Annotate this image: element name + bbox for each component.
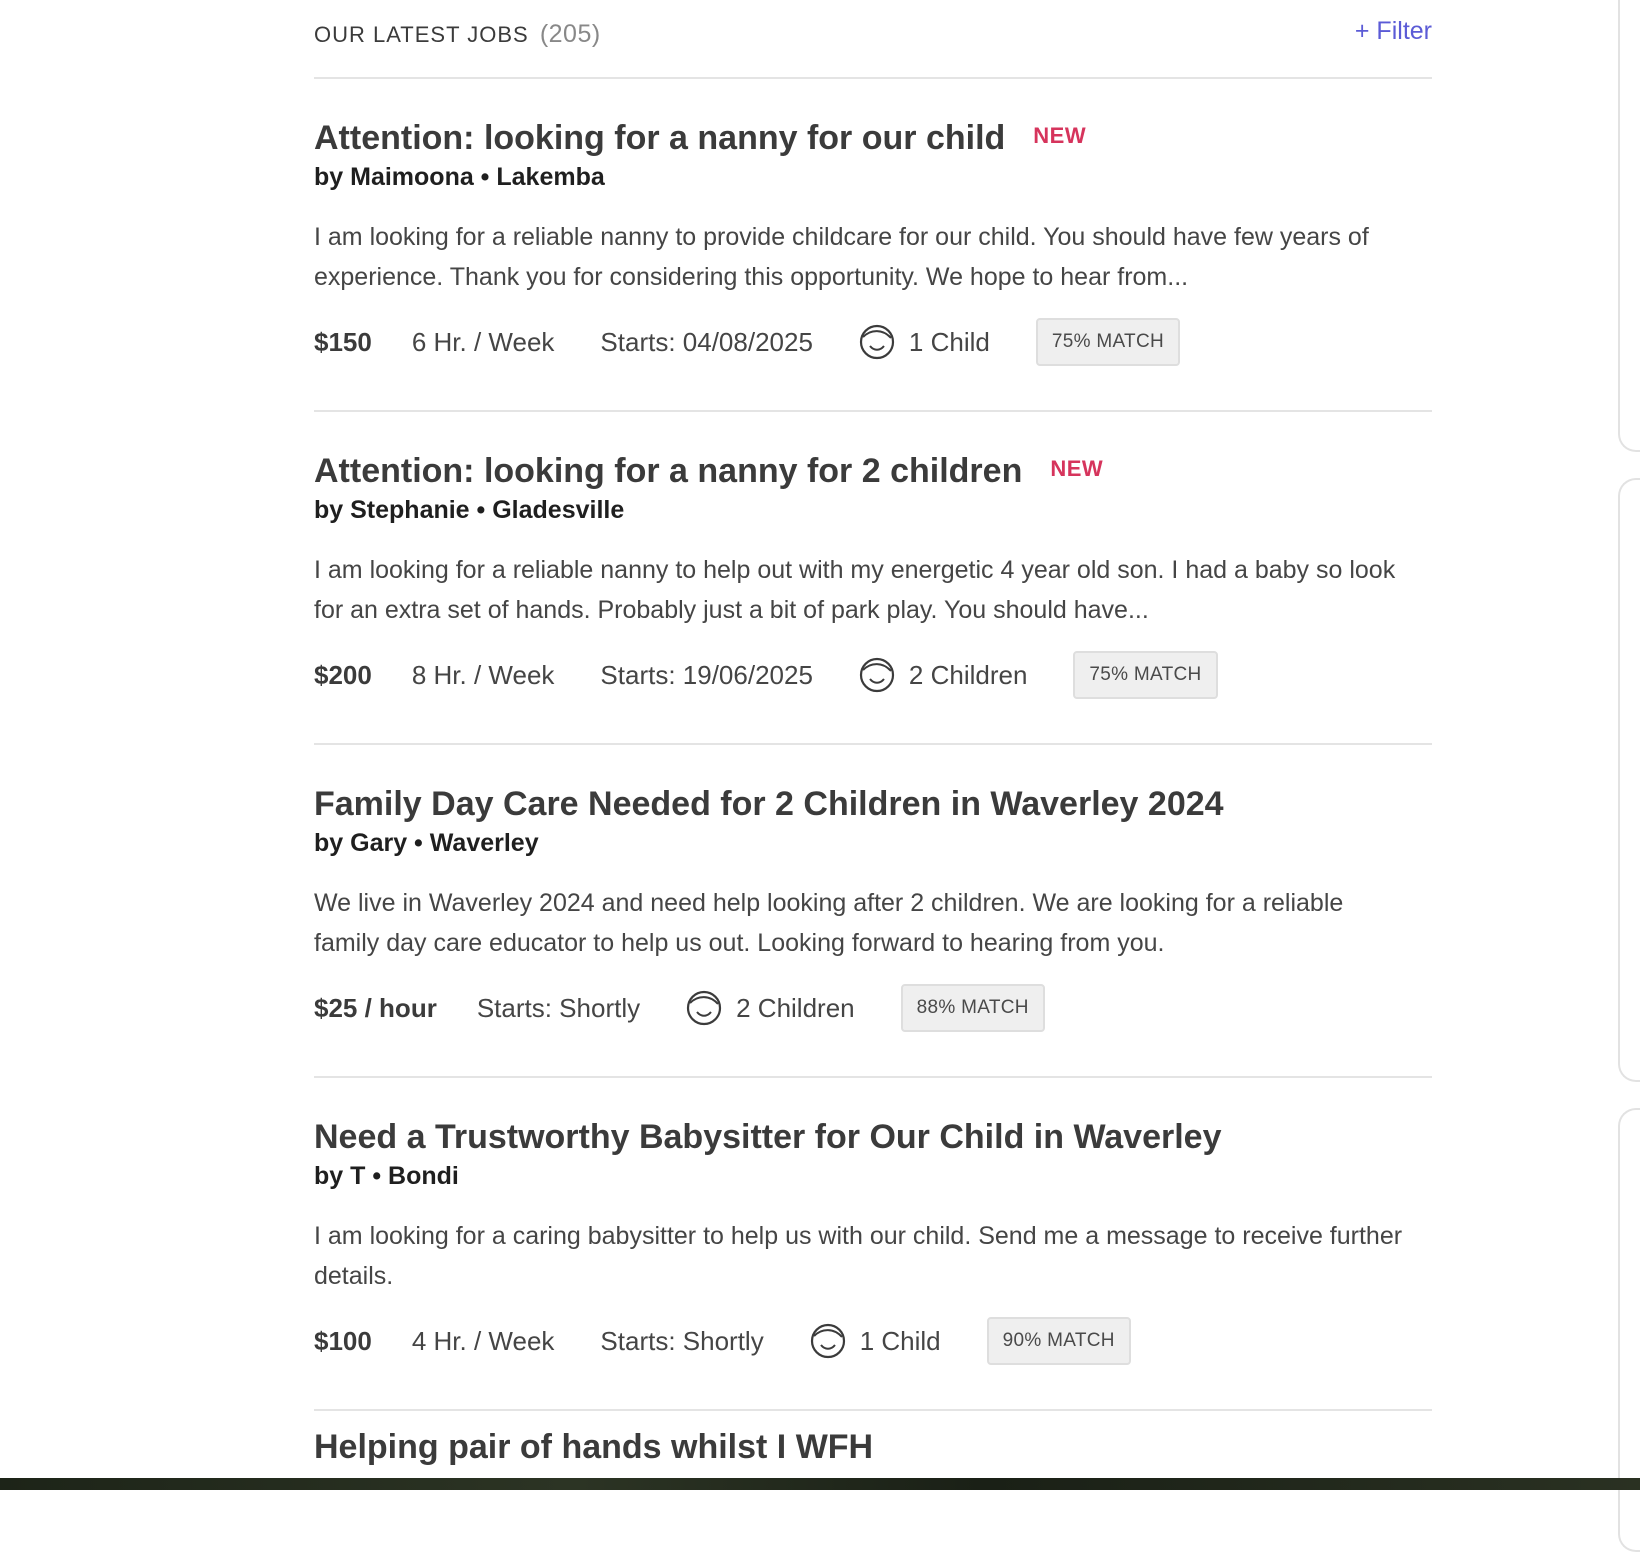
children-count: 2 Children <box>736 992 855 1023</box>
job-meta: $100 4 Hr. / Week Starts: Shortly 1 Chil… <box>314 1316 1131 1366</box>
list-title: OUR LATEST JOBS (205) <box>314 20 601 49</box>
match-badge: 75% MATCH <box>1073 651 1218 699</box>
job-meta: $25 / hour Starts: Shortly 2 Children 88… <box>314 983 1045 1033</box>
job-start-date: Starts: Shortly <box>600 1325 764 1356</box>
job-title[interactable]: Attention: looking for a nanny for 2 chi… <box>314 452 1103 491</box>
job-list: OUR LATEST JOBS (205) + Filter Attention… <box>314 0 1432 1411</box>
match-badge: 88% MATCH <box>900 984 1045 1032</box>
child-face-icon <box>859 324 895 360</box>
job-children: 2 Children <box>686 990 855 1026</box>
job-title-text[interactable]: Attention: looking for a nanny for our c… <box>314 119 1005 157</box>
job-card[interactable]: Attention: looking for a nanny for 2 chi… <box>314 412 1432 745</box>
child-face-icon <box>859 657 895 693</box>
job-card[interactable]: Attention: looking for a nanny for our c… <box>314 79 1432 412</box>
job-description: We live in Waverley 2024 and need help l… <box>314 889 1344 957</box>
job-price: $150 <box>314 326 372 357</box>
side-panel-edge <box>1618 478 1640 1082</box>
job-start-date: Starts: Shortly <box>476 992 641 1023</box>
job-byline: by Stephanie • Gladesville <box>314 496 625 524</box>
job-card[interactable]: Family Day Care Needed for 2 Children in… <box>314 745 1432 1078</box>
job-hours: 4 Hr. / Week <box>411 1325 555 1356</box>
job-card[interactable]: Need a Trustworthy Babysitter for Our Ch… <box>314 1078 1432 1411</box>
job-title-text[interactable]: Attention: looking for a nanny for 2 chi… <box>314 452 1022 490</box>
children-count: 1 Child <box>859 1325 941 1356</box>
job-title-text[interactable]: Family Day Care Needed for 2 Children in… <box>314 785 1224 823</box>
list-header: OUR LATEST JOBS (205) + Filter <box>314 0 1432 79</box>
job-price: $200 <box>314 659 372 690</box>
job-count: (205) <box>539 20 601 48</box>
job-description: I am looking for a reliable nanny to hel… <box>314 556 1396 624</box>
job-meta: $150 6 Hr. / Week Starts: 04/08/2025 1 C… <box>314 317 1180 367</box>
job-start-date: Starts: 04/08/2025 <box>600 326 813 357</box>
job-byline: by Gary • Waverley <box>314 829 539 857</box>
side-panel-edge <box>1618 0 1640 452</box>
job-meta: $200 8 Hr. / Week Starts: 19/06/2025 2 C… <box>314 650 1218 700</box>
match-badge: 75% MATCH <box>1035 318 1180 366</box>
children-count: 1 Child <box>908 326 990 357</box>
filter-button[interactable]: + Filter <box>1355 17 1432 46</box>
job-title[interactable]: Attention: looking for a nanny for our c… <box>314 119 1086 158</box>
job-price: $25 / hour <box>314 992 437 1023</box>
job-title-text[interactable]: Need a Trustworthy Babysitter for Our Ch… <box>314 1118 1222 1156</box>
next-job-title[interactable]: Helping pair of hands whilst I WFH <box>314 1428 873 1467</box>
job-start-date: Starts: 19/06/2025 <box>600 659 813 690</box>
job-children: 1 Child <box>859 324 990 360</box>
job-children: 2 Children <box>859 657 1028 693</box>
job-byline: by Maimoona • Lakemba <box>314 163 605 191</box>
job-title[interactable]: Need a Trustworthy Babysitter for Our Ch… <box>314 1118 1222 1157</box>
job-byline: by T • Bondi <box>314 1162 459 1190</box>
new-badge: NEW <box>1033 123 1087 148</box>
child-face-icon <box>687 990 722 1026</box>
job-hours: 8 Hr. / Week <box>411 659 555 690</box>
job-description: I am looking for a caring babysitter to … <box>314 1222 1403 1290</box>
background-image-strip <box>0 1478 1640 1490</box>
job-description: I am looking for a reliable nanny to pro… <box>314 223 1369 291</box>
job-children: 1 Child <box>810 1323 941 1359</box>
job-title[interactable]: Family Day Care Needed for 2 Children in… <box>314 785 1224 824</box>
list-title-text: OUR LATEST JOBS <box>314 22 529 47</box>
match-badge: 90% MATCH <box>986 1317 1131 1365</box>
job-hours: 6 Hr. / Week <box>411 326 555 357</box>
children-count: 2 Children <box>908 659 1028 690</box>
child-face-icon <box>810 1323 845 1359</box>
new-badge: NEW <box>1050 456 1104 481</box>
job-price: $100 <box>314 1325 372 1356</box>
